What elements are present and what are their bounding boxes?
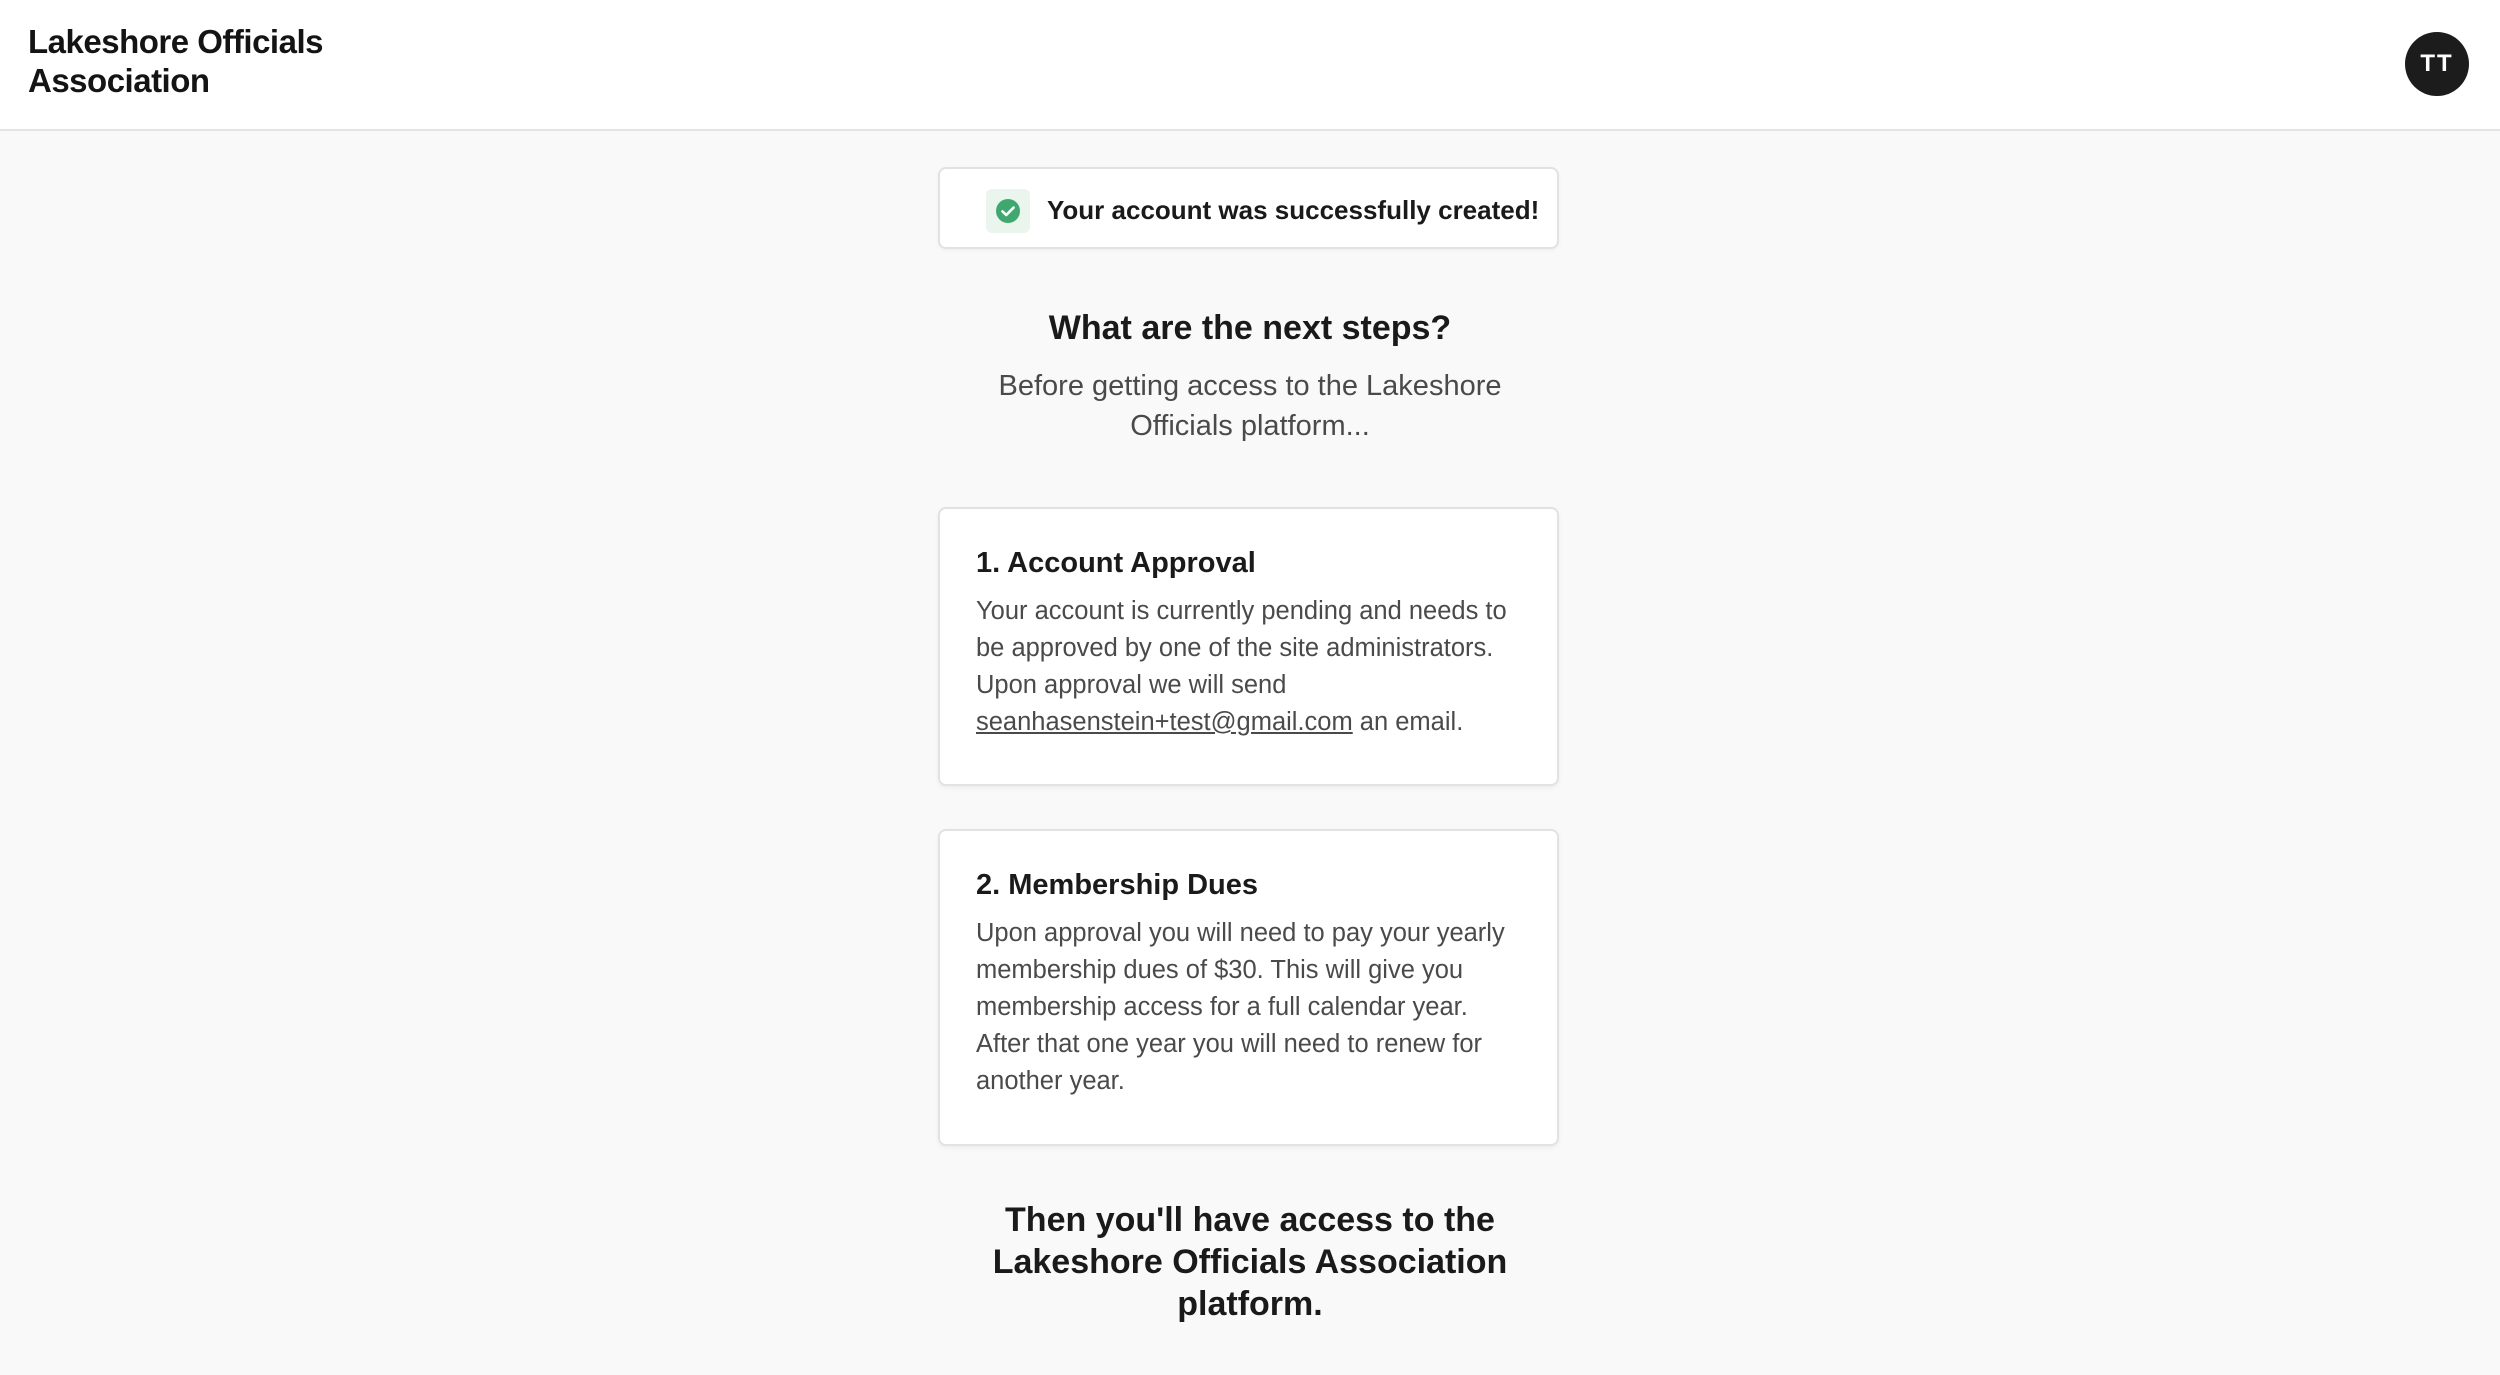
- avatar-initials: TT: [2420, 50, 2454, 77]
- email-link[interactable]: seanhasenstein+test@gmail.com: [976, 708, 1353, 736]
- step-description: Upon approval you will need to pay your …: [976, 919, 1505, 1095]
- user-avatar-button[interactable]: TT: [2405, 32, 2469, 96]
- success-toast: Your account was successfully created!: [938, 167, 1559, 249]
- toast-message: Your account was successfully created!: [1047, 195, 1540, 225]
- next-steps-heading: What are the next steps?: [1048, 309, 1452, 347]
- closing-message: Then you'll have access to the Lakeshore…: [992, 1201, 1508, 1323]
- brand-name-line1: Lakeshore Officials: [28, 23, 323, 60]
- next-steps-subtitle: Before getting access to the Lakeshore O…: [998, 370, 1502, 442]
- step-card-account-approval: 1. Account Approval Your account is curr…: [938, 507, 1559, 786]
- top-bar: Lakeshore Officials Association TT: [0, 0, 2500, 131]
- step-title: 1. Account Approval: [976, 547, 1256, 579]
- step-text-after-email: an email.: [1352, 708, 1464, 736]
- check-circle-icon: [986, 189, 1030, 233]
- brand-logo-text[interactable]: Lakeshore Officials Association: [28, 22, 388, 100]
- step-text-before-email: Your account is currently pending and ne…: [976, 597, 1507, 699]
- brand-name-line2: Association: [28, 62, 210, 99]
- step-card-membership-dues: 2. Membership Dues Upon approval you wil…: [938, 829, 1559, 1146]
- step-title: 2. Membership Dues: [976, 869, 1259, 901]
- step-description: Your account is currently pending and ne…: [976, 593, 1521, 741]
